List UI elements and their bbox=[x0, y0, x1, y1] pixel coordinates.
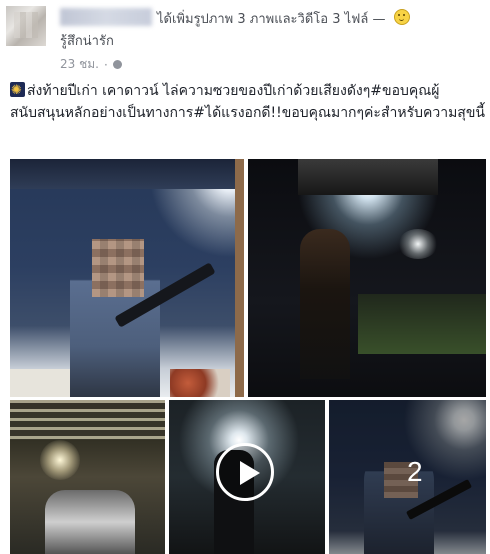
photo-3[interactable] bbox=[10, 400, 165, 554]
photo-2-beam bbox=[298, 159, 438, 195]
photo-1-roof bbox=[10, 159, 244, 189]
smiley-icon bbox=[393, 9, 410, 25]
photo-1-post bbox=[235, 159, 244, 397]
photo-2-muzzle-flash bbox=[398, 229, 438, 259]
post-caption: ส่งท้ายปีเก่า เคาดาวน์ ไล่ความซวยของปีเก… bbox=[10, 80, 485, 124]
post-timestamp[interactable]: 23 ชม. bbox=[60, 55, 99, 74]
play-icon[interactable] bbox=[216, 443, 274, 501]
photo-3-roof-slats bbox=[10, 400, 165, 440]
post-meta: 23 ชม. · bbox=[60, 55, 122, 74]
photo-2[interactable] bbox=[248, 159, 486, 397]
globe-icon[interactable] bbox=[112, 60, 122, 69]
post-header-action: ได้เพิ่มรูปภาพ 3 ภาพและวิดีโอ 3 ไฟล์ — bbox=[157, 12, 390, 27]
meta-separator: · bbox=[103, 57, 108, 72]
post-caption-text: ส่งท้ายปีเก่า เคาดาวน์ ไล่ความซวยของปีเก… bbox=[10, 83, 485, 121]
photo-1-food bbox=[170, 369, 230, 397]
photo-1-pixelated-face bbox=[92, 239, 144, 297]
post-author-avatar[interactable] bbox=[6, 6, 46, 46]
photo-3-people bbox=[45, 490, 135, 554]
post-author-name-redacted[interactable] bbox=[60, 8, 152, 26]
photo-2-person bbox=[300, 229, 350, 379]
fireworks-icon bbox=[10, 82, 25, 97]
video-thumbnail[interactable] bbox=[169, 400, 325, 554]
photo-1[interactable] bbox=[10, 159, 244, 397]
photo-3-light bbox=[40, 440, 80, 480]
post-feeling: รู้สึกน่ารัก bbox=[60, 34, 114, 49]
photo-2-railing bbox=[358, 294, 486, 354]
post-header-line: ได้เพิ่มรูปภาพ 3 ภาพและวิดีโอ 3 ไฟล์ — bbox=[157, 8, 410, 29]
more-media-count[interactable]: 2 bbox=[407, 456, 423, 488]
photo-5-more[interactable]: 2 bbox=[329, 400, 486, 554]
